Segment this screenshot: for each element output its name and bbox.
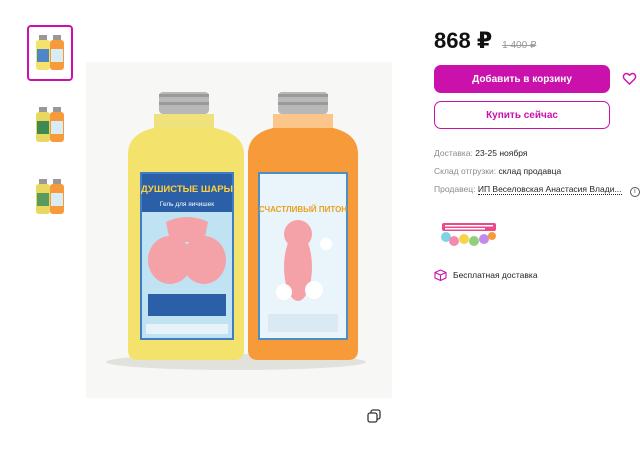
- brand-logo[interactable]: [440, 217, 498, 247]
- delivery-date: 23-25 ноября: [475, 148, 528, 158]
- price-block: 868 ₽ 1 400 ₽: [434, 28, 536, 54]
- product-main-image[interactable]: ДУШИСТЫЕ ШАРЫ Гель для яичишек СЧАСТЛИВЫ…: [86, 62, 392, 398]
- warehouse-info: Склад отгрузки: склад продавца: [434, 166, 561, 176]
- thumbnail-3[interactable]: [27, 169, 73, 225]
- right-bottle: СЧАСТЛИВЫЙ ПИТОН: [248, 92, 358, 360]
- free-delivery: Бесплатная доставка: [434, 269, 538, 281]
- seller-label: Продавец:: [434, 184, 476, 194]
- left-bottle: ДУШИСТЫЕ ШАРЫ Гель для яичишек: [128, 92, 244, 360]
- seller-link[interactable]: ИП Веселовская Анастасия Влади...: [477, 184, 622, 195]
- warehouse-label: Склад отгрузки:: [434, 166, 497, 176]
- thumbnail-1[interactable]: [27, 25, 73, 81]
- warehouse-value: склад продавца: [498, 166, 562, 176]
- thumbnail-2[interactable]: [27, 97, 73, 153]
- free-delivery-label: Бесплатная доставка: [453, 270, 538, 280]
- seller-info: Продавец: ИП Веселовская Анастасия Влади…: [434, 184, 640, 197]
- current-price: 868 ₽: [434, 28, 493, 53]
- add-to-cart-button[interactable]: Добавить в корзину: [434, 65, 610, 93]
- old-price: 1 400 ₽: [502, 40, 537, 51]
- copy-icon[interactable]: [366, 408, 382, 424]
- buy-now-button[interactable]: Купить сейчас: [434, 101, 610, 129]
- left-bottle-title: ДУШИСТЫЕ ШАРЫ: [141, 184, 233, 195]
- delivery-info: Доставка: 23-25 ноября: [434, 148, 527, 158]
- delivery-label: Доставка:: [434, 148, 473, 158]
- heart-icon[interactable]: [622, 71, 637, 86]
- thumbnail-list: [27, 25, 73, 241]
- info-icon[interactable]: i: [629, 187, 640, 197]
- box-icon: [434, 269, 447, 281]
- left-bottle-subtitle: Гель для яичишек: [160, 201, 214, 208]
- right-bottle-title: СЧАСТЛИВЫЙ ПИТОН: [259, 205, 347, 214]
